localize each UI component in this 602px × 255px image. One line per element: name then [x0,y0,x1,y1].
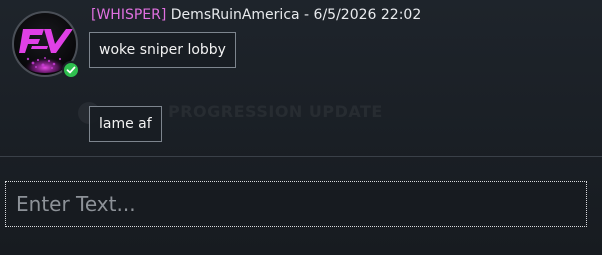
check-icon [66,66,76,74]
message-timestamp: 6/5/2026 22:02 [313,7,422,23]
chat-message: woke sniper lobby [89,32,236,68]
whisper-tag: [WHISPER] [91,7,167,23]
chat-panel: PROGRESSION UPDATE [WHISPER] DemsRuinAme… [0,0,602,255]
chat-input[interactable] [6,182,586,226]
sender-name[interactable]: DemsRuinAmerica [171,7,300,23]
header-separator: - [299,7,314,23]
background-heading: PROGRESSION UPDATE [168,102,383,121]
chat-input-container[interactable] [5,181,587,227]
chat-message: lame af [89,106,162,142]
composer-divider [0,156,602,157]
online-status-badge [62,61,80,79]
message-header: [WHISPER] DemsRuinAmerica - 6/5/2026 22:… [91,6,421,24]
